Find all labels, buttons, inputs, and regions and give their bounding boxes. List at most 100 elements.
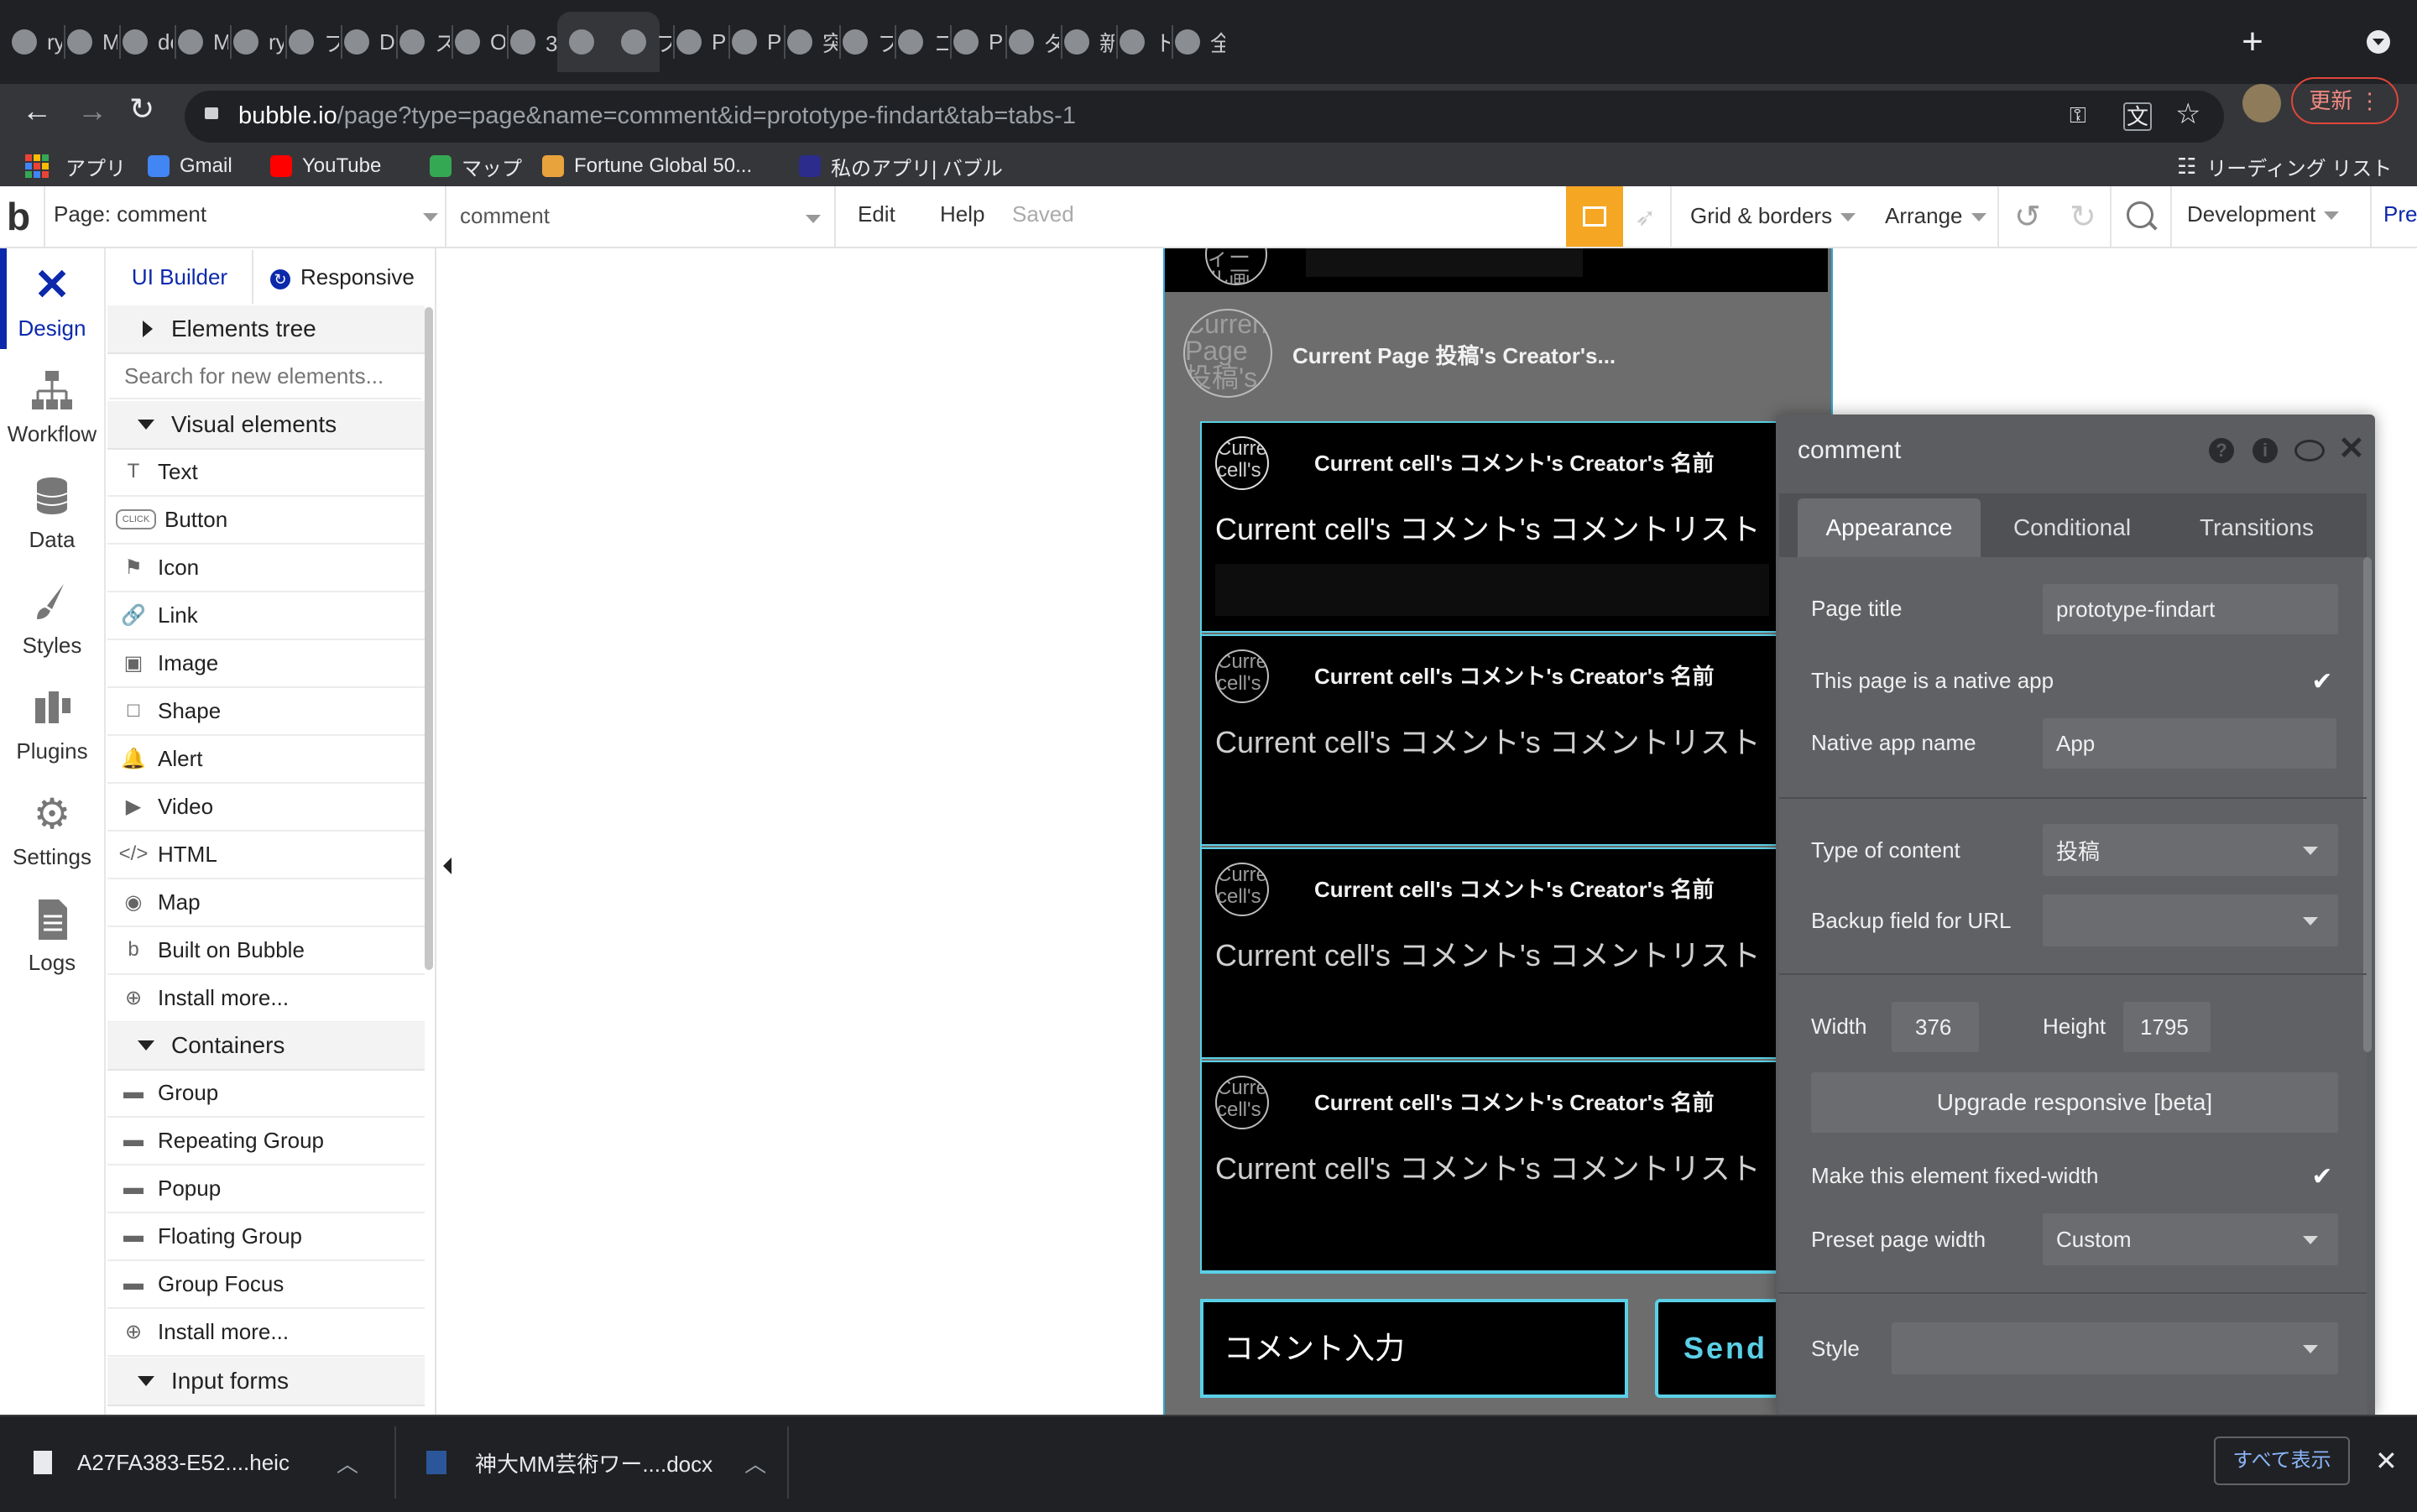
close-icon[interactable]: ✕ (2338, 433, 2367, 465)
comment-icon[interactable] (2294, 440, 2325, 461)
bookmark-item[interactable]: Fortune Global 50... (542, 151, 752, 181)
browser-tab[interactable]: Me (178, 12, 228, 72)
commenter-name[interactable]: Current cell's コメント's Creator's 名前 (1314, 873, 1715, 904)
info-icon[interactable]: i (2253, 438, 2278, 463)
commenter-avatar[interactable]: Current cell's (1215, 1076, 1269, 1129)
tab-responsive[interactable]: ↻ Responsive (253, 250, 425, 304)
style-select[interactable] (1892, 1322, 2338, 1374)
tab-appearance[interactable]: Appearance (1798, 498, 1981, 557)
redo-icon[interactable]: ↻ (2070, 198, 2096, 236)
top-bar-field[interactable] (1306, 248, 1583, 277)
bookmark-item[interactable]: YouTube (270, 151, 381, 181)
browser-tab[interactable]: 3月 (510, 12, 561, 72)
palette-item-map[interactable]: ◉ Map (107, 879, 425, 927)
comment-cell[interactable]: Current cell's Current cell's コメント's Crea… (1200, 847, 1779, 1059)
browser-tab[interactable]: ryu (233, 12, 284, 72)
browser-tab[interactable]: トッ (1120, 12, 1170, 72)
forward-icon[interactable]: → (77, 94, 111, 128)
browser-tab[interactable]: 突然 (787, 12, 838, 72)
download-item-docx[interactable]: 神大MM芸術ワー....docx ︿ (426, 1415, 779, 1510)
visual-elements-toggle[interactable]: Visual elements (107, 401, 425, 450)
url-text[interactable]: bubble.io/page?type=page&name=comment&id… (238, 99, 1076, 133)
gift-button[interactable] (1566, 186, 1623, 247)
commenter-avatar[interactable]: Current cell's (1215, 649, 1269, 703)
profile-image-placeholder[interactable]: ロフィール画像 (1205, 248, 1267, 285)
palette-item-shape[interactable]: □ Shape (107, 687, 425, 736)
page-select[interactable]: Page: comment (54, 201, 438, 227)
browser-tab[interactable]: プロ (621, 12, 671, 72)
rail-design[interactable]: ✕ Design (0, 252, 104, 356)
palette-item-install-more[interactable]: ⊕ Install more... (107, 974, 425, 1023)
commenter-avatar[interactable]: Current cell's (1215, 436, 1269, 490)
bookmark-star-icon[interactable]: ☆ (2175, 97, 2206, 130)
back-icon[interactable]: ← (22, 94, 55, 128)
rail-data[interactable]: Data (0, 463, 104, 567)
bookmark-item[interactable]: 私のアプリ| バブル (799, 151, 1003, 181)
creator-avatar[interactable]: Current Page 投稿's (1183, 309, 1272, 398)
profile-avatar[interactable] (2242, 84, 2281, 123)
palette-item-repeating-group[interactable]: ▬ Repeating Group (107, 1117, 425, 1165)
element-select[interactable]: comment (460, 203, 821, 229)
palette-item-install-more[interactable]: ⊕ Install more... (107, 1308, 425, 1357)
arrange-menu[interactable]: Arrange (1885, 203, 1986, 229)
tab-transitions[interactable]: Transitions (2169, 498, 2345, 557)
browser-tab[interactable]: スラ (399, 12, 450, 72)
browser-tab[interactable]: Mic (67, 12, 117, 72)
height-input[interactable]: 1795 (2123, 1002, 2211, 1052)
download-item-heic[interactable]: A27FA383-E52....heic ︿ (34, 1415, 386, 1510)
palette-item-text[interactable]: T Text (107, 448, 425, 497)
native-app-name-input[interactable]: App (2043, 718, 2336, 769)
reload-icon[interactable]: ↻ (129, 92, 163, 126)
rail-workflow[interactable]: Workflow (0, 357, 104, 461)
commenter-name[interactable]: Current cell's コメント's Creator's 名前 (1314, 446, 1715, 477)
browser-tab[interactable]: Out (455, 12, 505, 72)
comment-text[interactable]: Current cell's コメント's コメントリスト (1215, 1144, 1761, 1188)
content-type-select[interactable]: 投稿 (2043, 824, 2338, 876)
undo-icon[interactable]: ↺ (2014, 198, 2041, 236)
comment-body-box[interactable] (1215, 564, 1769, 616)
palette-item-html[interactable]: </> HTML (107, 831, 425, 879)
backup-field-select[interactable] (2043, 894, 2338, 946)
comment-text[interactable]: Current cell's コメント's コメントリスト (1215, 931, 1761, 975)
reading-list-button[interactable]: ☷ リーディング リスト (2177, 151, 2392, 181)
comment-input[interactable]: コメント入力 (1200, 1299, 1628, 1398)
search-icon[interactable] (2127, 201, 2158, 231)
palette-item-group-focus[interactable]: ▬ Group Focus (107, 1260, 425, 1309)
commenter-name[interactable]: Current cell's コメント's Creator's 名前 (1314, 660, 1715, 691)
key-icon[interactable]: ⚿ (2070, 102, 2098, 131)
chevron-up-icon[interactable]: ︿ (744, 1447, 766, 1478)
tab-search-icon[interactable] (2367, 30, 2390, 54)
editor-scrollbar[interactable] (2363, 557, 2372, 1052)
apps-grid-icon[interactable] (25, 154, 49, 178)
tab-conditional[interactable]: Conditional (1992, 498, 2152, 557)
commenter-name[interactable]: Current cell's コメント's Creator's 名前 (1314, 1086, 1715, 1117)
grid-borders-menu[interactable]: Grid & borders (1690, 203, 1856, 229)
palette-item-group[interactable]: ▬ Group (107, 1069, 425, 1118)
creator-name[interactable]: Current Page 投稿's Creator's... (1292, 339, 1616, 370)
comment-cell[interactable]: Current cell's Current cell's コメント's Crea… (1200, 634, 1779, 846)
palette-item-popup[interactable]: ▬ Popup (107, 1165, 425, 1213)
input-forms-toggle[interactable]: Input forms (107, 1358, 425, 1406)
edit-menu[interactable]: Edit (858, 201, 895, 227)
palette-item-video[interactable]: ▶ Video (107, 783, 425, 832)
help-menu[interactable]: Help (940, 201, 984, 227)
palette-item-button[interactable]: CLICK Button (107, 496, 425, 545)
palette-item-alert[interactable]: 🔔 Alert (107, 735, 425, 784)
browser-tab[interactable]: Dor (344, 12, 394, 72)
browser-tab[interactable]: 新着 (1064, 12, 1115, 72)
send-button[interactable]: Send (1655, 1299, 1789, 1398)
help-icon[interactable]: ? (2209, 438, 2234, 463)
palette-item-icon[interactable]: ⚑ Icon (107, 544, 425, 592)
browser-tab[interactable]: コー (898, 12, 948, 72)
browser-tab[interactable]: PPT (953, 12, 1004, 72)
rail-plugins[interactable]: Plugins (0, 675, 104, 779)
native-app-checkbox[interactable]: ✔ (2308, 668, 2336, 696)
rail-styles[interactable]: Styles (0, 569, 104, 673)
browser-tab[interactable]: 全体 (1175, 12, 1225, 72)
palette-item-built-on-bubble[interactable]: b Built on Bubble (107, 926, 425, 975)
browser-tab[interactable]: プレ (843, 12, 893, 72)
palette-item-link[interactable]: 🔗 Link (107, 592, 425, 640)
element-search-input[interactable] (109, 354, 421, 399)
palette-item-image[interactable]: ▣ Image (107, 639, 425, 688)
browser-tab[interactable]: Pra (676, 12, 727, 72)
